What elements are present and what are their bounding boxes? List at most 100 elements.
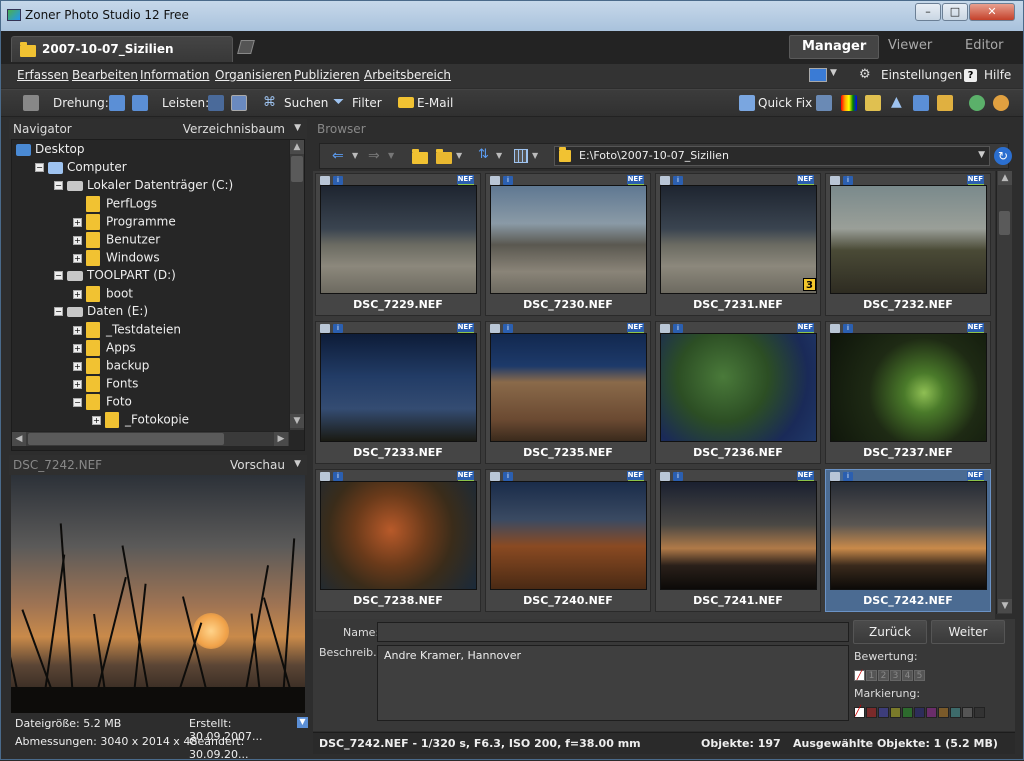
tree-item[interactable]: PerfLogs (73, 196, 157, 214)
tree-item[interactable]: + _Testdateien (73, 322, 181, 340)
preview-chevron-down-icon[interactable]: ▼ (294, 459, 301, 469)
expand-toggle-icon[interactable]: + (73, 361, 82, 371)
gear-icon[interactable]: ⚙ (859, 67, 871, 82)
crop-icon[interactable] (913, 95, 929, 111)
levels-icon[interactable] (816, 95, 832, 111)
tree-item[interactable]: + backup (73, 358, 149, 376)
close-button[interactable]: ✕ (969, 3, 1015, 21)
tree-item[interactable]: + Windows (73, 250, 160, 268)
favorite-folder-icon[interactable] (436, 149, 452, 164)
mode-editor-tab[interactable]: Editor (953, 35, 1015, 59)
thumbnail[interactable]: i NEF DSC_7241.NEF (655, 469, 821, 612)
mode-manager-tab[interactable]: Manager (789, 35, 880, 59)
minimize-button[interactable]: – (915, 3, 941, 21)
filter-button[interactable]: Filter (352, 96, 382, 110)
menu-information[interactable]: Information (140, 68, 209, 82)
expand-toggle-icon[interactable]: + (73, 379, 82, 389)
expand-toggle-icon[interactable]: + (73, 289, 82, 299)
thumbnail[interactable]: i NEF DSC_7233.NEF (315, 321, 481, 464)
tree-item[interactable]: + Benutzer (73, 232, 160, 250)
tree-item[interactable]: − Daten (E:) (54, 304, 148, 322)
back-button[interactable]: Zurück (853, 620, 927, 644)
scroll-left-icon[interactable]: ◀ (12, 432, 26, 446)
thumbnail[interactable]: i NEF DSC_7238.NEF (315, 469, 481, 612)
thumbnail[interactable]: i NEF DSC_7236.NEF (655, 321, 821, 464)
thumbnail[interactable]: i NEF DSC_7232.NEF (825, 173, 991, 316)
quickfix-button[interactable]: Quick Fix (758, 96, 812, 110)
expand-toggle-icon[interactable]: + (92, 415, 101, 425)
tree-item[interactable]: Desktop (16, 142, 85, 160)
marking-swatch[interactable] (962, 707, 973, 718)
thumbnail[interactable]: i NEF DSC_7240.NEF (485, 469, 651, 612)
thumbnail[interactable]: i NEF DSC_7237.NEF (825, 321, 991, 464)
redeye-icon[interactable] (937, 95, 953, 111)
thumbnail[interactable]: i NEF DSC_7242.NEF (825, 469, 991, 612)
expand-toggle-icon[interactable]: + (73, 325, 82, 335)
grid-vscroll-thumb[interactable] (999, 211, 1010, 235)
filter-icon[interactable]: ⏷ (333, 94, 344, 110)
rating-star[interactable]: 2 (878, 670, 889, 681)
grid-scroll-down-icon[interactable]: ▼ (998, 599, 1012, 613)
thumbnail[interactable]: i NEF DSC_7230.NEF (485, 173, 651, 316)
camera-icon[interactable] (23, 95, 39, 111)
tree-item[interactable]: − Lokaler Datenträger (C:) (54, 178, 233, 196)
help-menu[interactable]: Hilfe (984, 68, 1011, 82)
info-expand-icon[interactable]: ▼ (297, 717, 308, 728)
thumbnail[interactable]: i NEF DSC_7229.NEF (315, 173, 481, 316)
menu-organisieren[interactable]: Organisieren (215, 68, 292, 82)
expand-toggle-icon[interactable]: − (54, 271, 63, 280)
scroll-right-icon[interactable]: ▶ (274, 432, 288, 446)
zoom-in-icon[interactable] (969, 95, 985, 111)
favorite-dropdown-icon[interactable]: ▼ (456, 151, 462, 160)
help-icon[interactable]: ? (964, 69, 977, 82)
expand-toggle-icon[interactable]: − (35, 163, 44, 172)
view-grid-icon[interactable] (514, 149, 528, 163)
expand-toggle-icon[interactable]: − (54, 307, 63, 316)
maximize-button[interactable]: □ (942, 3, 968, 21)
rotate-right-icon[interactable] (132, 95, 148, 111)
marking-swatch[interactable] (878, 707, 889, 718)
tree-item[interactable]: − TOOLPART (D:) (54, 268, 176, 286)
rating-star[interactable]: 5 (914, 670, 925, 681)
workspace-icon[interactable] (809, 68, 827, 82)
marking-swatch[interactable] (866, 707, 877, 718)
tree-item[interactable]: + boot (73, 286, 133, 304)
scroll-up-icon[interactable]: ▲ (290, 140, 304, 154)
color-icon[interactable] (841, 95, 857, 111)
tree-item[interactable]: + Apps (73, 340, 136, 358)
path-dropdown-icon[interactable]: ▼ (978, 150, 985, 160)
description-input[interactable]: Andre Kramer, Hannover (377, 645, 849, 721)
workspace-dropdown-icon[interactable]: ▼ (830, 68, 837, 78)
marking-swatch[interactable] (926, 707, 937, 718)
panel-layout-icon[interactable] (208, 95, 224, 111)
rating-clear-icon[interactable]: ╱ (854, 670, 865, 681)
tree-item[interactable]: + Fonts (73, 376, 138, 394)
marking-swatch[interactable] (950, 707, 961, 718)
zoom-out-icon[interactable] (993, 95, 1009, 111)
marking-swatch[interactable] (938, 707, 949, 718)
brightness-icon[interactable] (865, 95, 881, 111)
rating-star[interactable]: 1 (866, 670, 877, 681)
search-button[interactable]: Suchen (284, 96, 328, 110)
marking-swatch[interactable] (914, 707, 925, 718)
back-arrow-icon[interactable]: ⇐ (332, 148, 344, 164)
sort-dropdown-icon[interactable]: ▼ (496, 151, 502, 160)
settings-menu[interactable]: Einstellungen (881, 68, 962, 82)
chevron-down-icon[interactable]: ▼ (294, 123, 301, 133)
expand-toggle-icon[interactable]: + (73, 343, 82, 353)
refresh-icon[interactable]: ↻ (994, 147, 1012, 165)
forward-dropdown-icon[interactable]: ▼ (388, 151, 394, 160)
forward-arrow-icon[interactable]: ⇒ (368, 148, 380, 164)
expand-toggle-icon[interactable]: − (73, 397, 82, 407)
mode-viewer-tab[interactable]: Viewer (876, 35, 944, 59)
name-input[interactable] (377, 622, 849, 642)
marking-swatch[interactable] (974, 707, 985, 718)
back-dropdown-icon[interactable]: ▼ (352, 151, 358, 160)
marking-swatch[interactable] (890, 707, 901, 718)
next-button[interactable]: Weiter (931, 620, 1005, 644)
quickfix-icon[interactable] (739, 95, 755, 111)
expand-toggle-icon[interactable]: + (73, 253, 82, 263)
tree-vscrollbar[interactable]: ▲ ▼ (289, 140, 304, 430)
rotate-left-icon[interactable] (109, 95, 125, 111)
grid-scroll-up-icon[interactable]: ▲ (998, 171, 1012, 185)
